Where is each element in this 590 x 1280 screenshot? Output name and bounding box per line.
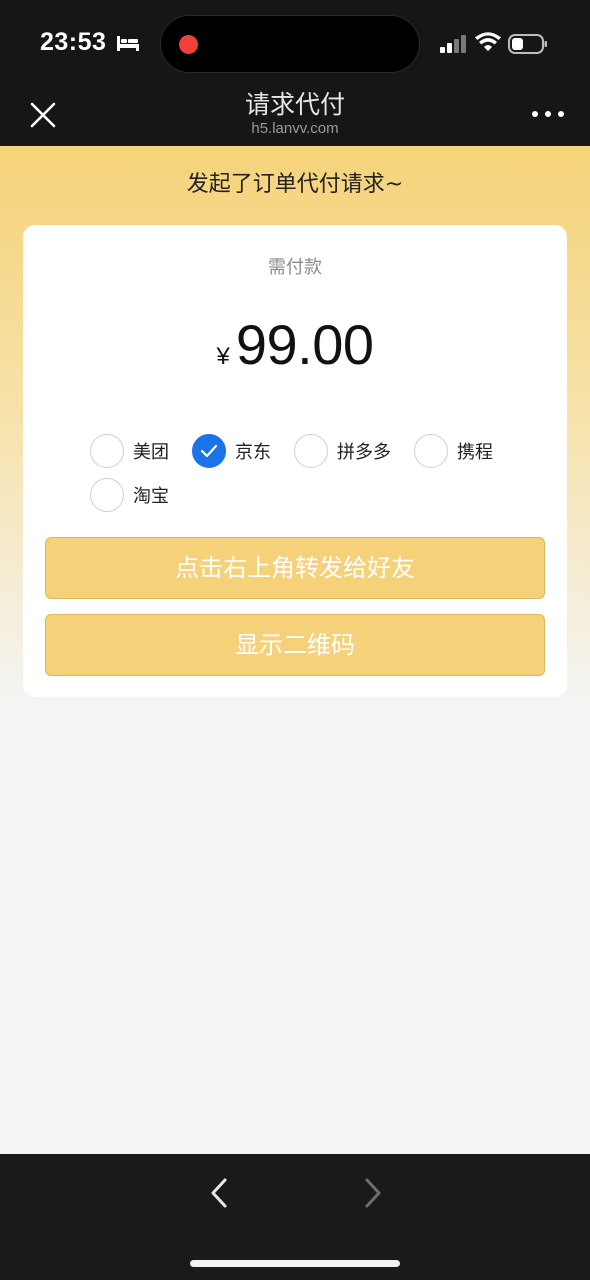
option-jingdong[interactable]: 京东	[192, 433, 271, 469]
radio-checked-icon[interactable]	[192, 434, 226, 468]
option-meituan[interactable]: 美团	[90, 433, 169, 469]
page-title: 请求代付	[244, 90, 345, 119]
screen: 23:53 请求代付 h5.lanvv.com 发起了订单代付请求~ 需付款 ¥…	[0, 0, 590, 1280]
checkmark-icon	[200, 444, 218, 458]
battery-icon	[508, 34, 547, 54]
option-ctrip[interactable]: 携程	[414, 433, 493, 469]
more-icon[interactable]	[530, 102, 566, 126]
request-message: 发起了订单代付请求~	[186, 172, 404, 197]
radio-unchecked-icon[interactable]	[90, 434, 124, 468]
status-bar: 23:53	[0, 0, 590, 88]
amount-label: 需付款	[268, 257, 322, 278]
radio-unchecked-icon[interactable]	[414, 434, 448, 468]
option-label: 京东	[235, 442, 271, 463]
radio-unchecked-icon[interactable]	[294, 434, 328, 468]
option-label: 美团	[133, 442, 169, 463]
recording-dot	[179, 35, 198, 54]
status-time: 23:53	[40, 28, 107, 56]
chevron-right-icon[interactable]	[358, 1176, 386, 1210]
dynamic-island	[160, 15, 420, 73]
option-pinduoduo[interactable]: 拼多多	[294, 433, 391, 469]
option-label: 携程	[457, 442, 493, 463]
option-label: 拼多多	[337, 442, 391, 463]
chevron-left-icon[interactable]	[206, 1176, 234, 1210]
page-domain: h5.lanvv.com	[251, 120, 339, 137]
signal-icon	[440, 35, 466, 53]
amount-row: ¥99.00	[23, 313, 567, 377]
nav-bar: 请求代付 h5.lanvv.com	[0, 88, 590, 146]
share-to-friend-button[interactable]: 点击右上角转发给好友	[45, 537, 545, 599]
amount-value: 99.00	[235, 313, 374, 376]
home-indicator[interactable]	[190, 1260, 400, 1267]
option-label: 淘宝	[133, 486, 169, 507]
bed-icon	[117, 36, 139, 51]
wifi-icon	[475, 32, 501, 51]
radio-unchecked-icon[interactable]	[90, 478, 124, 512]
bottom-toolbar	[0, 1154, 590, 1280]
show-qr-code-button[interactable]: 显示二维码	[45, 614, 545, 676]
currency-symbol: ¥	[216, 343, 230, 370]
option-taobao[interactable]: 淘宝	[90, 477, 169, 513]
payment-card: 需付款 ¥99.00 美团 京东 拼多多 携程 淘宝 点击右上角转发给好友 显示…	[23, 225, 567, 697]
